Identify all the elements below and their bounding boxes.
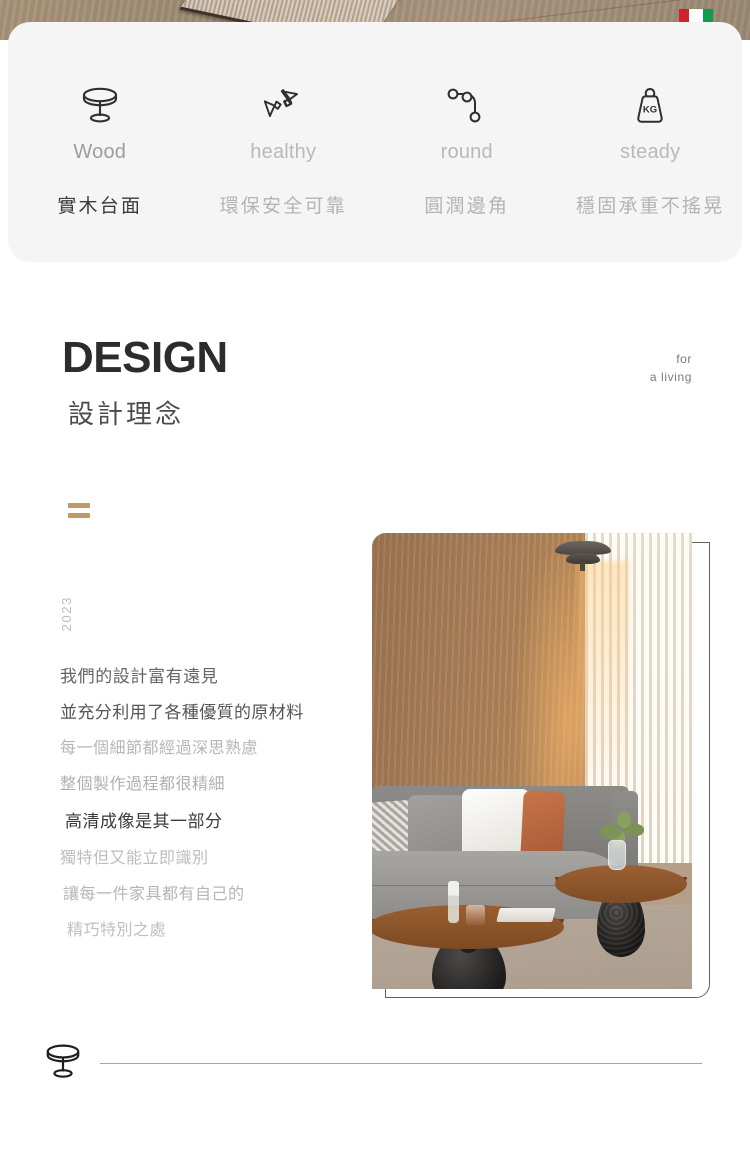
page-title: DESIGN — [62, 333, 228, 382]
product-detail-page: Wood 實木台面 healthy 環保安全可靠 round 圓潤邊角 KG s… — [0, 0, 750, 1161]
accent-bar-top — [68, 503, 90, 508]
accent-bar-bottom — [68, 513, 90, 518]
glass-vase — [608, 840, 626, 870]
weight-kg-icon: KG — [631, 84, 669, 128]
feature-item-round: round 圓潤邊角 — [375, 84, 559, 218]
copy-line: 獨特但又能立即識別 — [60, 848, 209, 867]
side-table-top — [555, 865, 687, 903]
tagline-line-2: a living — [649, 370, 692, 384]
round-table-icon — [42, 1042, 84, 1087]
copy-line: 精巧特別之處 — [67, 920, 167, 939]
pendant-lamp-stem — [580, 563, 585, 571]
glass-bottle — [448, 881, 459, 923]
curtain-lamp-glow — [577, 561, 629, 791]
feature-label-cn: 圓潤邊角 — [424, 195, 510, 217]
feature-label-en: Wood — [73, 141, 127, 163]
design-tagline: for a living — [650, 350, 692, 386]
design-description: 我們的設計富有遠見 並充分利用了各種優質的原材料 每一個細節都經過深思熟慮 整個… — [58, 662, 358, 940]
design-heading-block: DESIGN 設計理念 — [62, 336, 228, 431]
feature-label-en: healthy — [250, 141, 317, 163]
living-room-photo — [372, 533, 692, 989]
copy-line: 整個製作過程都很精細 — [60, 774, 226, 793]
feature-item-steady: KG steady 穩固承重不搖晃 — [559, 84, 743, 218]
sofa-cushion-terracotta — [520, 789, 566, 861]
copy-line-emphasis: 高清成像是其一部分 — [65, 812, 223, 832]
page-subtitle: 設計理念 — [68, 400, 185, 430]
recycle-icon — [263, 84, 303, 128]
rounded-corner-icon — [444, 84, 490, 128]
footer-divider — [100, 1063, 702, 1064]
feature-label-en: steady — [620, 141, 681, 163]
feature-label-en: round — [440, 141, 493, 163]
book-stack — [496, 908, 556, 922]
feature-label-cn: 環保安全可靠 — [219, 195, 347, 217]
feature-item-wood: Wood 實木台面 — [8, 84, 192, 218]
svg-text:KG: KG — [643, 105, 657, 116]
drinking-glass — [466, 905, 485, 925]
copy-line: 每一個細節都經過深思熟慮 — [60, 738, 259, 757]
copy-line: 並充分利用了各種優質的原材料 — [60, 703, 304, 723]
feature-label-cn: 實木台面 — [57, 195, 143, 217]
round-table-icon — [78, 84, 122, 128]
tagline-line-1: for — [676, 352, 692, 366]
accent-equals-mark — [68, 503, 90, 518]
copy-line: 讓每一件家具都有自己的 — [63, 884, 245, 903]
feature-highlight-card: Wood 實木台面 healthy 環保安全可靠 round 圓潤邊角 KG s… — [8, 22, 742, 262]
copy-line: 我們的設計富有遠見 — [60, 667, 219, 687]
year-label: 2023 — [59, 596, 74, 632]
feature-item-healthy: healthy 環保安全可靠 — [192, 84, 376, 218]
feature-label-cn: 穩固承重不搖晃 — [576, 195, 725, 217]
